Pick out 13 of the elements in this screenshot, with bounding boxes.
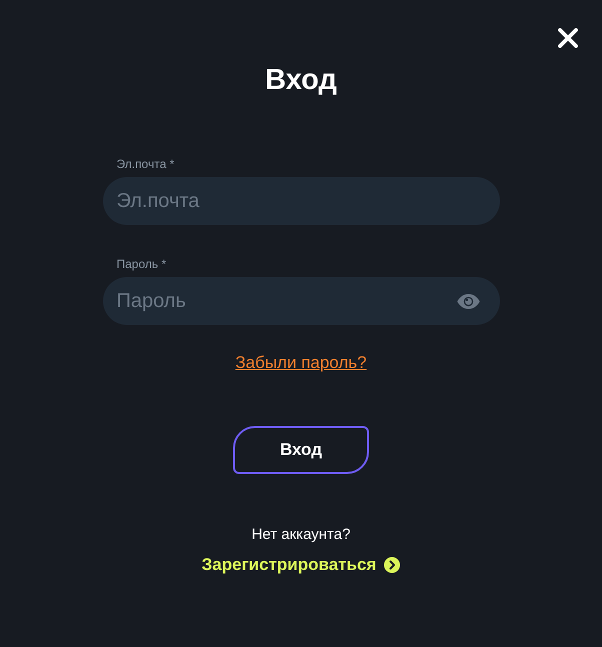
email-field[interactable]: Эл.почта [102,177,500,225]
password-field[interactable]: Пароль [102,277,500,325]
forgot-password-link[interactable]: Забыли пароль? [235,352,367,374]
arrow-circle-icon [384,557,400,573]
signup-link[interactable]: Зарегистрироваться [202,554,400,576]
eye-icon[interactable] [456,294,480,309]
field-label: Пароль * [116,256,168,272]
close-button[interactable] [557,27,579,49]
signup-prompt: Нет аккаунта? [252,525,350,545]
login-button[interactable]: Вход [233,426,369,474]
field-label: Эл.почта * [116,156,176,172]
dialog-title: Вход [265,63,337,97]
close-icon [558,28,578,48]
